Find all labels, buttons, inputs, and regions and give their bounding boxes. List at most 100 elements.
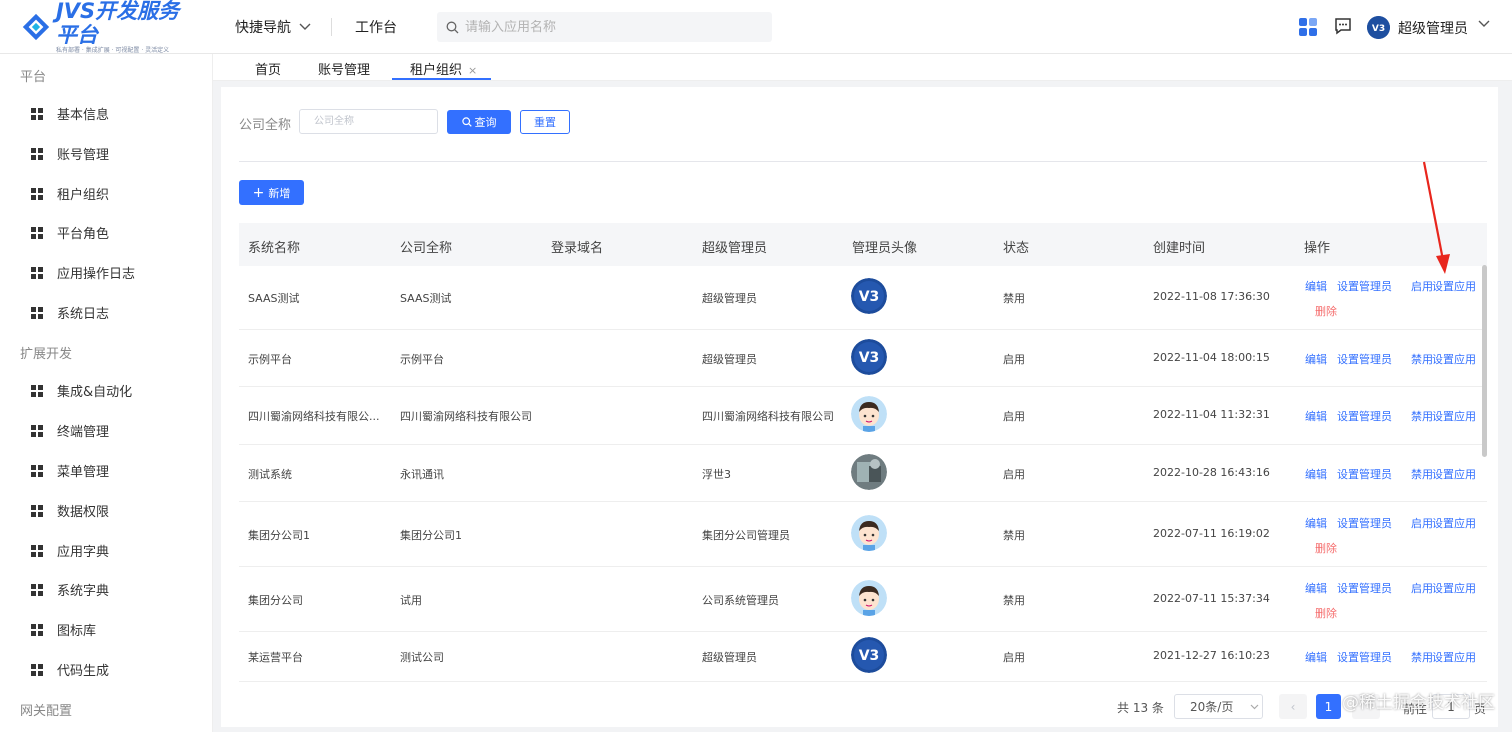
logo-icon — [22, 13, 50, 41]
edit-link[interactable]: 编辑 — [1305, 466, 1327, 482]
chevron-down-icon[interactable] — [1478, 20, 1490, 28]
toggle-status-link[interactable]: 禁用 — [1411, 408, 1433, 424]
user-name[interactable]: 超级管理员 — [1398, 18, 1468, 38]
toggle-status-link[interactable]: 启用 — [1411, 278, 1433, 294]
apps-icon[interactable] — [1298, 17, 1318, 37]
app-search-input[interactable] — [465, 19, 765, 35]
tab-label: 租户组织 — [410, 63, 463, 78]
set-admin-link[interactable]: 设置管理员 — [1337, 580, 1392, 596]
edit-link[interactable]: 编辑 — [1305, 278, 1327, 294]
edit-link[interactable]: 编辑 — [1305, 408, 1327, 424]
tab-accounts[interactable]: 账号管理 — [318, 59, 370, 78]
sidebar-item-label: 代码生成 — [57, 664, 110, 679]
delete-link[interactable]: 删除 — [1315, 303, 1337, 319]
cell-system-name: 集团分公司1 — [248, 528, 310, 542]
table-header: 系统名称 公司全称 登录域名 超级管理员 管理员头像 状态 创建时间 操作 — [239, 223, 1487, 266]
tab-home[interactable]: 首页 — [255, 59, 281, 78]
set-app-link[interactable]: 设置应用 — [1432, 580, 1476, 596]
app-search[interactable] — [437, 12, 772, 42]
set-app-link[interactable]: 设置应用 — [1432, 278, 1476, 294]
sidebar-item-data-permissions[interactable]: 数据权限 — [31, 501, 109, 520]
sidebar-item-platform-roles[interactable]: 平台角色 — [31, 223, 109, 242]
message-icon[interactable] — [1334, 17, 1352, 35]
set-admin-link[interactable]: 设置管理员 — [1337, 466, 1392, 482]
company-filter-input[interactable] — [299, 109, 438, 134]
page-number[interactable]: 1 — [1316, 694, 1341, 719]
cell-super-admin: 四川蜀渝网络科技有限公司 — [702, 410, 834, 423]
scrollbar[interactable] — [1482, 265, 1487, 457]
sidebar-item-integration[interactable]: 集成&自动化 — [31, 381, 132, 400]
edit-link[interactable]: 编辑 — [1305, 649, 1327, 665]
plus-icon: + — [252, 184, 265, 201]
set-app-link[interactable]: 设置应用 — [1432, 408, 1476, 424]
sidebar-item-app-dictionary[interactable]: 应用字典 — [31, 541, 109, 560]
workbench-link[interactable]: 工作台 — [355, 17, 397, 37]
sidebar-item-menus[interactable]: 菜单管理 — [31, 461, 109, 480]
prev-page-button[interactable]: ‹ — [1279, 694, 1307, 719]
sidebar-group-extension: 扩展开发 — [20, 347, 73, 362]
reset-button[interactable]: 重置 — [520, 110, 570, 134]
add-button[interactable]: + 新增 — [239, 180, 304, 205]
admin-avatar-photo — [851, 453, 887, 490]
page-size-select[interactable]: 20条/页 — [1174, 694, 1263, 719]
sidebar-item-system-logs[interactable]: 系统日志 — [31, 303, 109, 322]
sidebar-item-tenants[interactable]: 租户组织 — [31, 184, 109, 203]
toggle-status-link[interactable]: 禁用 — [1411, 466, 1433, 482]
sidebar-group-gateway[interactable]: 网关配置 — [20, 700, 72, 719]
cell-system-name: 示例平台 — [248, 352, 292, 366]
set-admin-link[interactable]: 设置管理员 — [1337, 515, 1392, 531]
edit-link[interactable]: 编辑 — [1305, 515, 1327, 531]
tab-tenants[interactable]: 租户组织 × — [410, 59, 477, 78]
user-avatar-icon[interactable]: V3 — [1367, 16, 1390, 39]
sidebar-item-app-logs[interactable]: 应用操作日志 — [31, 263, 135, 282]
toggle-status-link[interactable]: 启用 — [1411, 580, 1433, 596]
cell-company-name: 四川蜀渝网络科技有限公司 — [400, 410, 532, 423]
set-admin-link[interactable]: 设置管理员 — [1337, 408, 1392, 424]
cell-status: 启用 — [1003, 651, 1025, 664]
cell-system-name: 集团分公司 — [248, 593, 303, 607]
grid-icon — [31, 623, 43, 636]
edit-link[interactable]: 编辑 — [1305, 580, 1327, 596]
set-app-link[interactable]: 设置应用 — [1432, 515, 1476, 531]
column-header: 超级管理员 — [702, 241, 768, 256]
cell-super-admin: 浮世3 — [702, 467, 731, 481]
close-icon[interactable]: × — [468, 64, 477, 77]
quick-nav-menu[interactable]: 快捷导航 — [235, 17, 311, 37]
grid-icon — [31, 504, 43, 517]
cell-status: 禁用 — [1003, 292, 1025, 305]
set-app-link[interactable]: 设置应用 — [1432, 466, 1476, 482]
sidebar-item-system-dictionary[interactable]: 系统字典 — [31, 580, 109, 599]
edit-link[interactable]: 编辑 — [1305, 351, 1327, 367]
set-app-link[interactable]: 设置应用 — [1432, 351, 1476, 367]
top-bar: JVS开发服务平台 私有部署 · 集成扩展 · 可视配置 · 灵活定义 快捷导航… — [0, 0, 1512, 54]
sidebar-item-terminals[interactable]: 终端管理 — [31, 421, 109, 440]
table-row: SAAS测试 SAAS测试 超级管理员 禁用 2022-11-08 17:36:30 V3… — [239, 266, 1487, 330]
sidebar-item-label: 平台角色 — [57, 227, 110, 242]
table-row: 四川蜀渝网络科技有限公... 四川蜀渝网络科技有限公司 四川蜀渝网络科技有限公司 启用… — [239, 387, 1487, 445]
chevron-down-icon — [1250, 704, 1259, 709]
set-app-link[interactable]: 设置应用 — [1432, 649, 1476, 665]
cell-created-time: 2022-11-04 18:00:15 — [1153, 350, 1270, 364]
set-admin-link[interactable]: 设置管理员 — [1337, 649, 1392, 665]
toggle-status-link[interactable]: 禁用 — [1411, 649, 1433, 665]
query-button[interactable]: 查询 — [447, 110, 511, 134]
sidebar-item-icon-library[interactable]: 图标库 — [31, 620, 96, 639]
table-row: 集团分公司 试用 公司系统管理员 禁用 2022-07-11 15:37:34 编辑 设置管… — [239, 567, 1487, 632]
cell-system-name: 某运营平台 — [248, 651, 303, 664]
toggle-status-link[interactable]: 禁用 — [1411, 351, 1433, 367]
sidebar-item-code-generation[interactable]: 代码生成 — [31, 660, 109, 679]
grid-icon — [31, 464, 43, 477]
sidebar-item-accounts[interactable]: 账号管理 — [31, 144, 109, 163]
delete-link[interactable]: 删除 — [1315, 540, 1337, 556]
table-row: 集团分公司1 集团分公司1 集团分公司管理员 禁用 2022-07-11 16:19:0… — [239, 502, 1487, 567]
delete-link[interactable]: 删除 — [1315, 605, 1337, 621]
quick-nav-label: 快捷导航 — [235, 20, 291, 36]
set-admin-link[interactable]: 设置管理员 — [1337, 351, 1392, 367]
sidebar-item-basic-info[interactable]: 基本信息 — [31, 104, 109, 123]
cell-status: 禁用 — [1003, 593, 1025, 607]
logo[interactable]: JVS开发服务平台 私有部署 · 集成扩展 · 可视配置 · 灵活定义 — [22, 0, 192, 54]
toggle-status-link[interactable]: 启用 — [1411, 515, 1433, 531]
admin-avatar-logo-icon: V3 — [851, 278, 887, 314]
set-admin-link[interactable]: 设置管理员 — [1337, 278, 1392, 294]
table-row: 示例平台 示例平台 超级管理员 启用 2022-11-04 18:00:15 V3 编辑 设置… — [239, 330, 1487, 387]
